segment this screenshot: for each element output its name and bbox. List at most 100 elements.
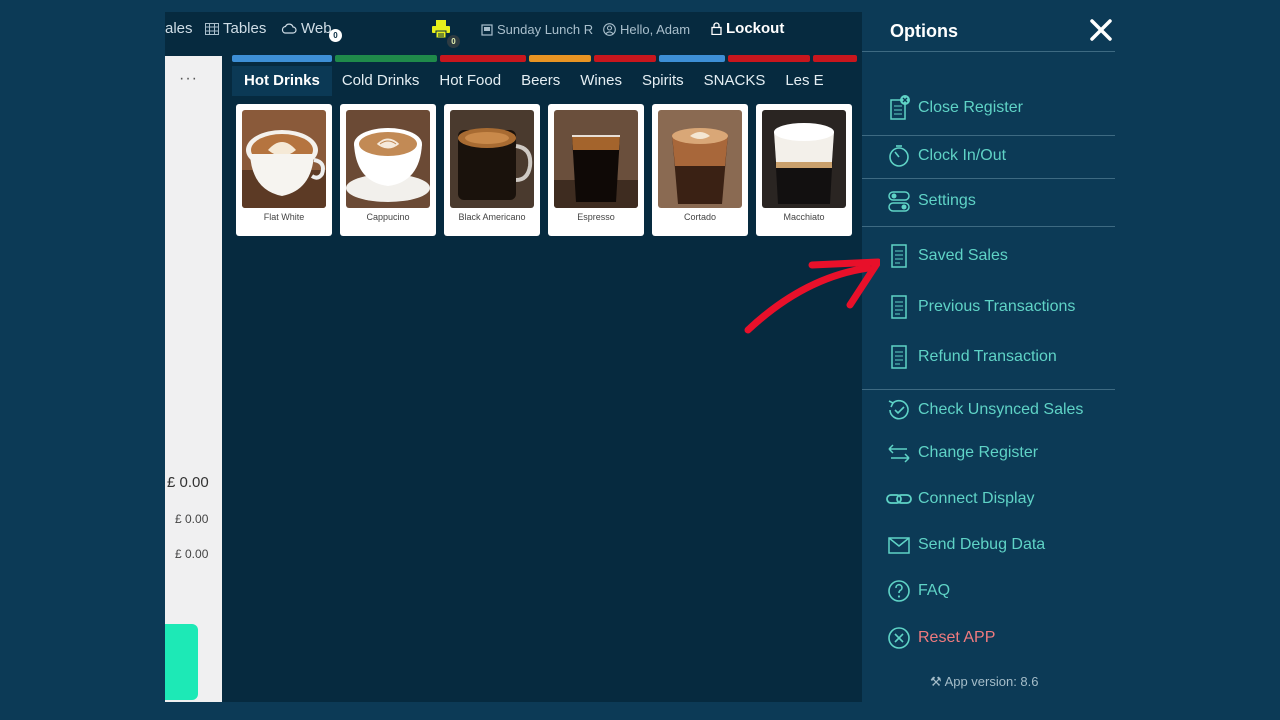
register-indicator[interactable]: Sunday Lunch R [481,22,593,37]
nav-web-label: Web [301,20,332,37]
tab-cold-drinks[interactable]: Cold Drinks [332,66,430,96]
category-color-bar [813,55,857,62]
option-clock-in-out[interactable]: Clock In/Out [886,141,1006,171]
grid-icon [205,22,219,35]
receipt-icon [886,243,912,269]
mail-icon [886,532,912,558]
category-color-bar [728,55,810,62]
option-label: Previous Transactions [918,298,1076,315]
sale-total: £ 0.00 [167,474,209,491]
product-image [450,110,534,208]
category-tabs: Hot Drinks Cold Drinks Hot Food Beers Wines S… [232,66,862,96]
link-icon [886,486,912,512]
option-label: Saved Sales [918,247,1008,264]
pos-app: ales Tables Web 0 0 Sunday Lunch R Hello… [165,12,862,702]
nav-tables[interactable]: Tables [205,20,266,37]
nav-web[interactable]: Web 0 [281,20,342,42]
product-name: Black Americano [458,212,526,222]
annotation-arrow-icon [744,258,880,334]
top-bar: ales Tables Web 0 0 Sunday Lunch R Hello… [165,12,862,52]
product-card[interactable]: Flat White [236,104,332,236]
category-color-bars [232,55,862,62]
pay-button[interactable] [165,624,198,700]
nav-tables-label: Tables [223,20,267,37]
category-color-bar [232,55,332,62]
tab-spirits[interactable]: Spirits [632,66,694,96]
user-greeting[interactable]: Hello, Adam [603,22,690,37]
nav-sales-label: ales [165,20,193,37]
tab-les-e[interactable]: Les E [775,66,833,96]
option-label: Change Register [918,444,1039,461]
product-image [554,110,638,208]
lock-icon [711,22,722,35]
divider [862,389,1115,390]
option-label: Check Unsynced Sales [918,401,1084,418]
sale-tax: £ 0.00 [175,547,209,561]
option-close-register[interactable]: Close Register [886,93,1023,123]
receipt-icon [886,294,912,320]
option-reset-app[interactable]: Reset APP [886,623,995,653]
option-previous-transactions[interactable]: Previous Transactions [886,292,1075,322]
product-card[interactable]: Macchiato [756,104,852,236]
app-version: ⚒ App version: 8.6 [930,674,1039,690]
category-color-bar [440,55,526,62]
option-connect-display[interactable]: Connect Display [886,484,1035,514]
option-label: Refund Transaction [918,348,1057,365]
tab-hot-food[interactable]: Hot Food [429,66,511,96]
tools-icon: ⚒ [930,674,942,689]
product-card[interactable]: Cappucino [340,104,436,236]
options-title: Options [890,21,958,41]
options-panel: Options Close Register Clock In/Out Settin… [862,12,1115,702]
option-label: Reset APP [918,629,996,646]
category-color-bar [594,55,656,62]
option-label: Clock In/Out [918,147,1007,164]
option-settings[interactable]: Settings [886,186,976,216]
tab-wines[interactable]: Wines [570,66,632,96]
sale-subtotal: £ 0.00 [175,512,209,526]
divider [862,135,1115,136]
product-name: Macchiato [783,212,825,222]
category-color-bar [659,55,725,62]
toggles-icon [886,188,912,214]
product-name: Cortado [683,212,717,222]
option-label: Send Debug Data [918,536,1046,553]
swap-arrows-icon [886,440,912,466]
register-name: Sunday Lunch R [497,22,594,37]
option-send-debug-data[interactable]: Send Debug Data [886,530,1045,560]
clock-icon [886,143,912,169]
option-label: Close Register [918,99,1023,116]
product-name: Espresso [577,212,615,222]
product-image [346,110,430,208]
divider [862,178,1115,179]
product-name: Cappucino [366,212,410,222]
product-card[interactable]: Black Americano [444,104,540,236]
register-icon [481,23,493,36]
category-color-bar [529,55,591,62]
option-change-register[interactable]: Change Register [886,438,1038,468]
product-image [242,110,326,208]
question-icon [886,578,912,604]
product-name: Flat White [263,212,305,222]
lockout-label: Lockout [726,20,785,37]
nav-sales[interactable]: ales [165,20,193,37]
cloud-icon [281,23,297,34]
product-card[interactable]: Cortado [652,104,748,236]
product-image [762,110,846,208]
product-card[interactable]: Espresso [548,104,644,236]
option-refund-transaction[interactable]: Refund Transaction [886,342,1057,372]
option-check-unsynced-sales[interactable]: Check Unsynced Sales [886,395,1083,425]
category-color-bar [335,55,437,62]
tab-hot-drinks[interactable]: Hot Drinks [232,66,332,96]
option-faq[interactable]: FAQ [886,576,950,606]
tab-beers[interactable]: Beers [511,66,570,96]
sale-menu-button[interactable]: ··· [179,70,198,88]
divider [862,51,1115,52]
close-icon[interactable] [1088,17,1114,43]
lockout-button[interactable]: Lockout [711,20,784,37]
printer-button[interactable]: 0 [429,17,460,48]
option-label: FAQ [918,582,951,599]
user-icon [603,23,616,36]
tab-snacks[interactable]: SNACKS [694,66,776,96]
option-saved-sales[interactable]: Saved Sales [886,241,1008,271]
app-version-text: App version: 8.6 [944,674,1039,689]
